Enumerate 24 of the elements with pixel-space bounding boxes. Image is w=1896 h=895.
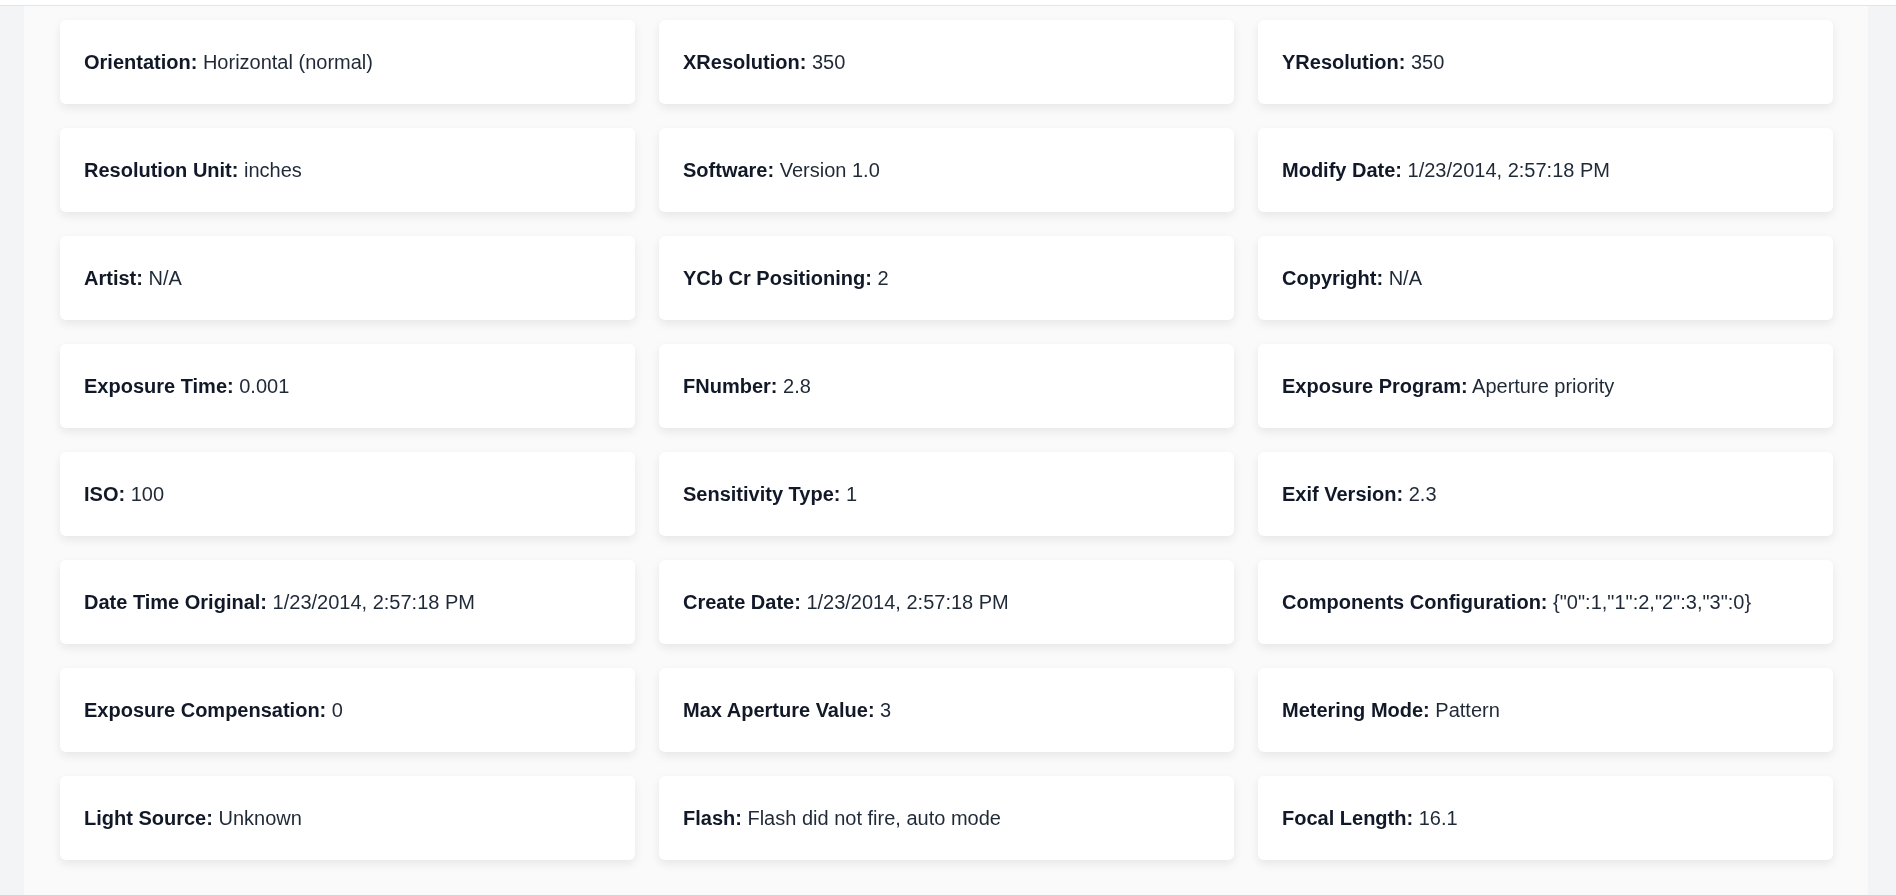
- metadata-field-text: YCb Cr Positioning: 2: [683, 266, 890, 291]
- metadata-field-text: Light Source: Unknown: [84, 806, 303, 831]
- metadata-field-text: Resolution Unit: inches: [84, 158, 303, 183]
- metadata-field-text: Components Configuration: {"0":1,"1":2,"2":3,"3":0}: [1282, 590, 1753, 615]
- metadata-field-text: Exif Version: 2.3: [1282, 482, 1438, 507]
- metadata-field-text: Create Date: 1/23/2014, 2:57:18 PM: [683, 590, 1010, 615]
- metadata-field-text: YResolution: 350: [1282, 50, 1446, 75]
- metadata-field-text: Orientation: Horizontal (normal): [84, 50, 374, 75]
- metadata-field-text: Modify Date: 1/23/2014, 2:57:18 PM: [1282, 158, 1611, 183]
- metadata-field-text: Focal Length: 16.1: [1282, 806, 1459, 831]
- metadata-field-text: Exposure Program: Aperture priority: [1282, 374, 1616, 399]
- metadata-field-text: Flash: Flash did not fire, auto mode: [683, 806, 1002, 831]
- metadata-field-text: FNumber: 2.8: [683, 374, 812, 399]
- metadata-field-text: Artist: N/A: [84, 266, 183, 291]
- metadata-field-text: ISO: 100: [84, 482, 166, 507]
- metadata-field-text: Exposure Compensation: 0: [84, 698, 344, 723]
- metadata-field-text: Sensitivity Type: 1: [683, 482, 859, 507]
- metadata-field-text: Exposure Time: 0.001: [84, 374, 291, 399]
- metadata-field-text: Copyright: N/A: [1282, 266, 1423, 291]
- metadata-field-text: Date Time Original: 1/23/2014, 2:57:18 PM: [84, 590, 476, 615]
- metadata-field-text: Metering Mode: Pattern: [1282, 698, 1501, 723]
- metadata-field-text: XResolution: 350: [683, 50, 847, 75]
- metadata-field-text: Max Aperture Value: 3: [683, 698, 893, 723]
- metadata-field-text: Software: Version 1.0: [683, 158, 881, 183]
